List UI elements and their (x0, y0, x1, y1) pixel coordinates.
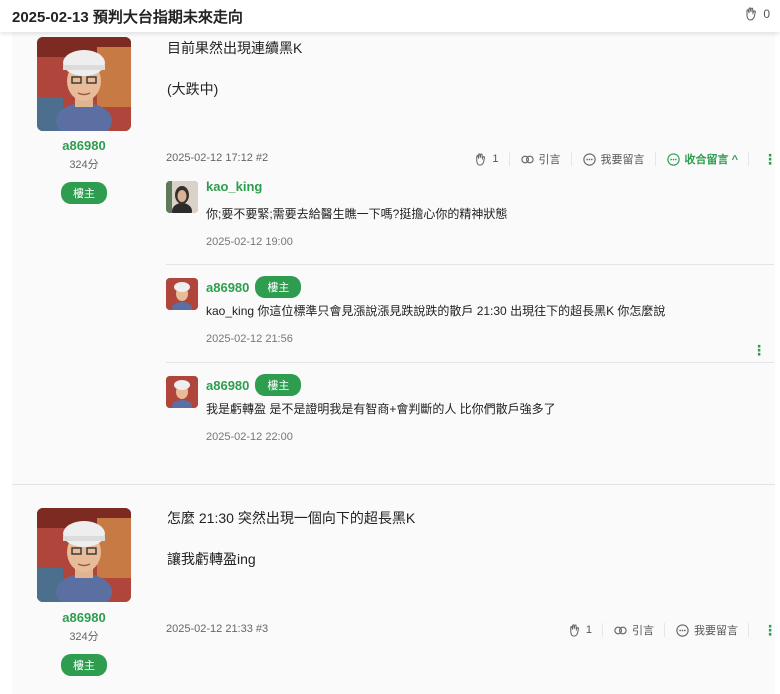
more-icon[interactable]: ⋮ (752, 342, 766, 359)
thread-like-button[interactable]: 0 (743, 6, 770, 22)
thread-title: 2025-02-13 預判大台指期未來走向 (12, 9, 243, 26)
reply-text: kao_king 你這位標準只會見漲說漲見跌說跌的散戶 21:30 出現往下的超… (206, 304, 666, 318)
post-content: 怎麼 21:30 突然出現一個向下的超長黑K 讓我虧轉盈ing (167, 508, 415, 590)
post-line: 讓我虧轉盈ing (167, 551, 256, 567)
op-badge: 樓主 (255, 374, 302, 396)
author-name[interactable]: a86980 (37, 610, 131, 625)
op-badge: 樓主 (61, 654, 107, 676)
avatar[interactable] (166, 376, 198, 408)
post-line: 怎麼 21:30 突然出現一個向下的超長黑K (167, 510, 416, 526)
comment-button[interactable]: 我要留言 (665, 623, 749, 637)
post-line: (大跌中) (167, 81, 219, 97)
post-timestamp: 2025-02-12 17:12 #2 (166, 152, 269, 164)
post-actions: 1 引言 我要留言 ⋮ (557, 619, 777, 641)
comment-icon (675, 623, 690, 638)
divider (166, 362, 774, 363)
avatar[interactable] (37, 508, 131, 602)
divider (166, 264, 774, 265)
reply-author[interactable]: kao_king (206, 179, 262, 194)
like-button[interactable]: 1 (463, 152, 510, 167)
comment-button[interactable]: 我要留言 (572, 152, 656, 166)
comment-label: 我要留言 (600, 154, 645, 166)
post: a86980 324分 樓主 目前果然出現連續黑K (大跌中) 2025-02-… (12, 32, 777, 484)
avatar[interactable] (166, 278, 198, 310)
thread-body: a86980 324分 樓主 目前果然出現連續黑K (大跌中) 2025-02-… (12, 32, 777, 694)
comment-icon (666, 152, 681, 167)
author-score: 324分 (69, 631, 99, 643)
comment-icon (582, 152, 597, 167)
like-count: 1 (585, 624, 592, 636)
reply-author[interactable]: a86980 (206, 280, 249, 295)
author-info: a86980 324分 樓主 (37, 610, 131, 676)
clap-icon (567, 623, 582, 638)
reply-item: kao_king 你;要不要緊;需要去給醫生瞧一下嗎?挺擔心你的精神狀態 202… (166, 179, 774, 261)
reply-text: 你;要不要緊;需要去給醫生瞧一下嗎?挺擔心你的精神狀態 (206, 207, 508, 221)
quote-button[interactable]: 引言 (603, 623, 665, 637)
thread-like-count: 0 (763, 7, 770, 21)
collapse-label: 收合留言 ^ (684, 154, 738, 166)
post: a86980 324分 樓主 怎麼 21:30 突然出現一個向下的超長黑K 讓我… (12, 500, 777, 694)
thread-header: 2025-02-13 預判大台指期未來走向 0 (0, 0, 780, 32)
clap-icon (743, 6, 759, 22)
author-info: a86980 324分 樓主 (37, 138, 131, 204)
more-icon[interactable]: ⋮ (749, 622, 777, 639)
op-badge: 樓主 (255, 276, 302, 298)
reply-header: a86980 樓主 (206, 276, 302, 298)
post-actions: 1 引言 我要留言 收合留言 ^ ⋮ (463, 148, 777, 170)
reply-timestamp: 2025-02-12 22:00 (206, 431, 293, 443)
comment-label: 我要留言 (694, 625, 738, 637)
more-icon[interactable]: ⋮ (749, 151, 777, 168)
quote-label: 引言 (632, 625, 654, 637)
post-timestamp: 2025-02-12 21:33 #3 (166, 623, 269, 635)
reply-timestamp: 2025-02-12 21:56 (206, 333, 293, 345)
collapse-comments-button[interactable]: 收合留言 ^ (656, 152, 749, 166)
post-meta: 2025-02-12 21:33 #3 1 引言 我要留言 ⋮ (166, 619, 777, 641)
reply-item: a86980 樓主 kao_king 你這位標準只會見漲說漲見跌說跌的散戶 21… (166, 276, 774, 368)
quote-icon (613, 623, 628, 638)
op-badge: 樓主 (61, 182, 107, 204)
author-score: 324分 (69, 159, 99, 171)
reply-text: 我是虧轉盈 是不是證明我是有智商+會判斷的人 比你們散戶強多了 (206, 402, 556, 416)
post-line: 目前果然出現連續黑K (167, 40, 303, 56)
post-divider (12, 484, 775, 485)
reply-item: a86980 樓主 我是虧轉盈 是不是證明我是有智商+會判斷的人 比你們散戶強多… (166, 374, 774, 456)
avatar[interactable] (166, 181, 198, 213)
avatar[interactable] (37, 37, 131, 131)
quote-label: 引言 (538, 154, 561, 166)
author-name[interactable]: a86980 (37, 138, 131, 153)
post-content: 目前果然出現連續黑K (大跌中) (167, 38, 302, 120)
like-button[interactable]: 1 (557, 623, 603, 637)
post-meta: 2025-02-12 17:12 #2 1 引言 我要留言 收合留言 ^ ⋮ (166, 148, 777, 170)
reply-author[interactable]: a86980 (206, 378, 249, 393)
reply-timestamp: 2025-02-12 19:00 (206, 236, 293, 248)
quote-button[interactable]: 引言 (510, 152, 572, 166)
clap-icon (473, 152, 488, 167)
like-count: 1 (492, 153, 499, 165)
reply-header: kao_king (206, 179, 262, 194)
quote-icon (520, 152, 535, 167)
reply-header: a86980 樓主 (206, 374, 302, 396)
